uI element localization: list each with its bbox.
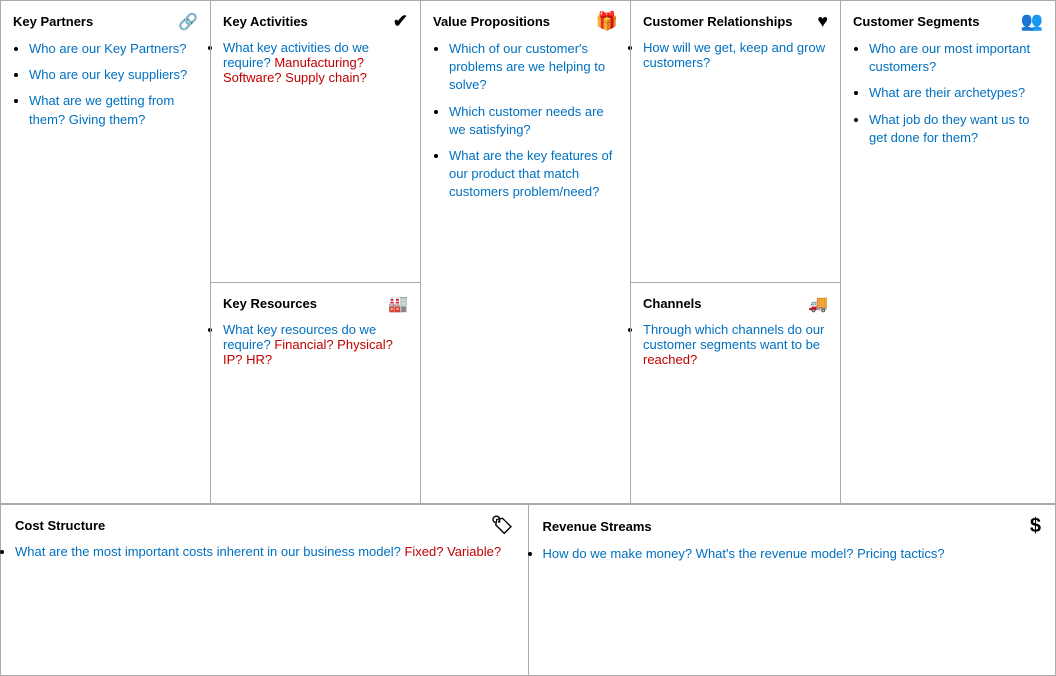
list-item: What are the key features of our product… xyxy=(449,147,618,202)
dollar-icon xyxy=(1030,515,1041,538)
customer-segments-title: Customer Segments xyxy=(853,11,1043,32)
list-item: Who are our most important customers? xyxy=(869,40,1043,76)
heart-icon xyxy=(817,11,828,32)
list-item: What job do they want us to get done for… xyxy=(869,111,1043,147)
list-item: Through which channels do our customer s… xyxy=(643,322,828,367)
gift-icon xyxy=(596,11,618,32)
key-partners-list: Who are our Key Partners? Who are our ke… xyxy=(13,40,198,137)
channels-title: Channels xyxy=(643,293,828,314)
list-item: Who are our key suppliers? xyxy=(29,66,198,84)
value-propositions-title: Value Propositions xyxy=(433,11,618,32)
list-item: Which of our customer's problems are we … xyxy=(449,40,618,95)
key-activities-list: What key activities do we require? Manuf… xyxy=(223,40,408,85)
list-item: How do we make money? What's the revenue… xyxy=(543,546,1042,561)
list-item: Who are our Key Partners? xyxy=(29,40,198,58)
factory-icon xyxy=(388,293,408,314)
key-activities-title: Key Activities xyxy=(223,11,408,32)
business-model-canvas: Key Partners Who are our Key Partners? W… xyxy=(0,0,1056,676)
people-icon xyxy=(1021,11,1043,32)
value-propositions-list: Which of our customer's problems are we … xyxy=(433,40,618,210)
customer-segments-cell: Customer Segments Who are our most impor… xyxy=(841,1,1055,503)
channels-cell: Channels Through which channels do our c… xyxy=(631,283,840,503)
customer-relationships-list: How will we get, keep and grow customers… xyxy=(643,40,828,70)
key-activities-cell: Key Activities What key activities do we… xyxy=(211,1,420,283)
revenue-streams-cell: Revenue Streams How do we make money? Wh… xyxy=(529,505,1056,675)
tag-icon xyxy=(491,515,514,536)
list-item: What key activities do we require? Manuf… xyxy=(223,40,408,85)
key-partners-title: Key Partners xyxy=(13,11,198,32)
channels-list: Through which channels do our customer s… xyxy=(643,322,828,367)
list-item: Which customer needs are we satisfying? xyxy=(449,103,618,139)
list-item: How will we get, keep and grow customers… xyxy=(643,40,828,70)
key-resources-list: What key resources do we require? Financ… xyxy=(223,322,408,367)
link-icon xyxy=(178,11,198,32)
value-propositions-cell: Value Propositions Which of our customer… xyxy=(421,1,631,503)
revenue-streams-title: Revenue Streams xyxy=(543,515,1042,538)
cost-structure-cell: Cost Structure What are the most importa… xyxy=(1,505,529,675)
customer-relationships-title: Customer Relationships xyxy=(643,11,828,32)
check-icon xyxy=(393,11,408,32)
key-activities-resources-wrap: Key Activities What key activities do we… xyxy=(211,1,421,503)
list-item: What are their archetypes? xyxy=(869,84,1043,102)
customer-segments-list: Who are our most important customers? Wh… xyxy=(853,40,1043,155)
list-item: What are we getting from them? Giving th… xyxy=(29,92,198,128)
bottom-section: Cost Structure What are the most importa… xyxy=(1,505,1055,675)
cost-structure-list: What are the most important costs inhere… xyxy=(15,544,514,559)
truck-icon xyxy=(808,293,828,314)
key-partners-cell: Key Partners Who are our Key Partners? W… xyxy=(1,1,211,503)
customer-relationships-cell: Customer Relationships How will we get, … xyxy=(631,1,840,283)
key-resources-title: Key Resources xyxy=(223,293,408,314)
top-section: Key Partners Who are our Key Partners? W… xyxy=(1,1,1055,505)
customer-rel-channels-wrap: Customer Relationships How will we get, … xyxy=(631,1,841,503)
key-resources-cell: Key Resources What key resources do we r… xyxy=(211,283,420,503)
list-item: What are the most important costs inhere… xyxy=(15,544,514,559)
revenue-streams-list: How do we make money? What's the revenue… xyxy=(543,546,1042,561)
list-item: What key resources do we require? Financ… xyxy=(223,322,408,367)
cost-structure-title: Cost Structure xyxy=(15,515,514,536)
